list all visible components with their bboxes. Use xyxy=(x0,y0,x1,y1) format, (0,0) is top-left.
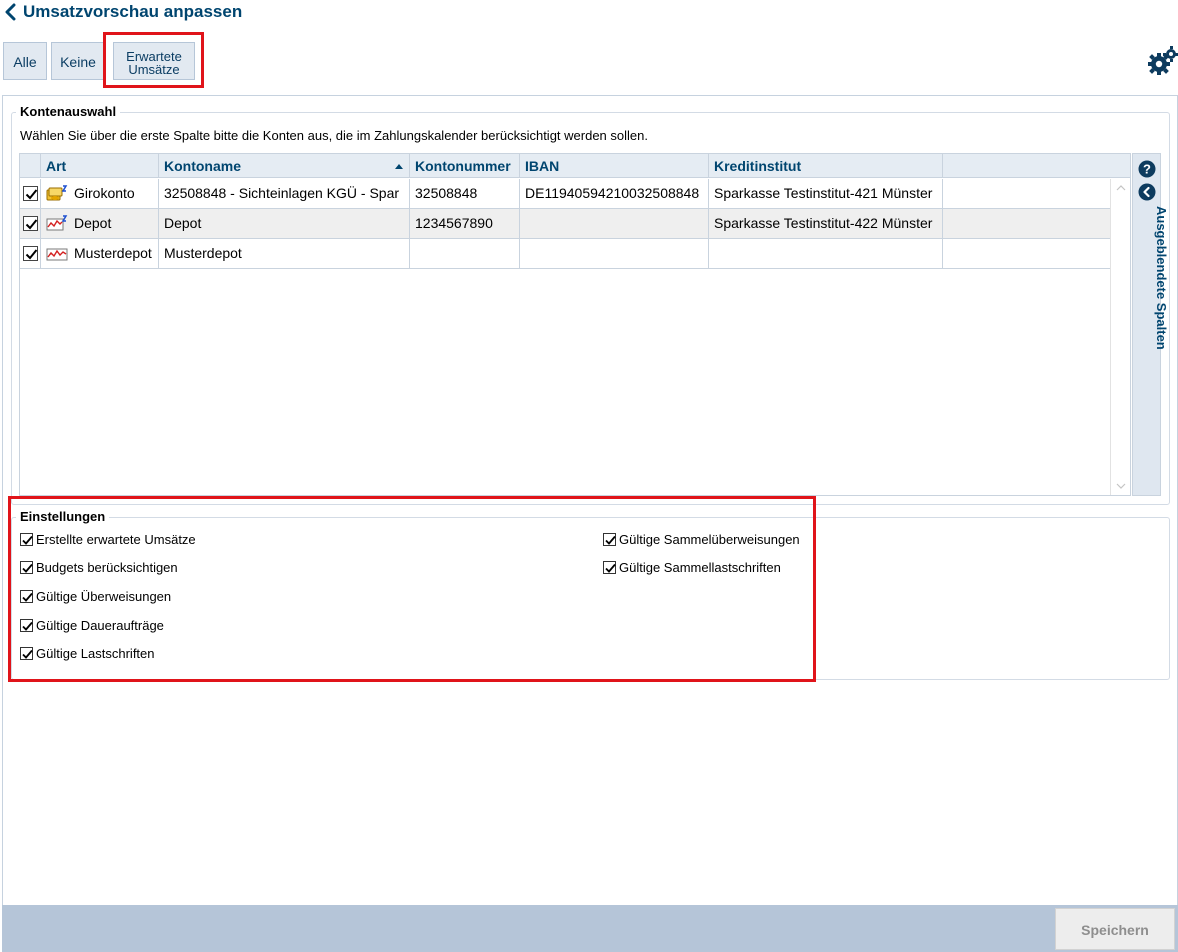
table-row[interactable]: Depot Depot 1234567890 Sparkasse Testins… xyxy=(20,209,1110,239)
header-kontonummer[interactable]: Kontonummer xyxy=(410,154,520,178)
kreditinstitut-cell: Sparkasse Testinstitut-421 Münster xyxy=(709,179,943,208)
art-cell: Musterdepot xyxy=(41,239,159,268)
hidden-columns-panel[interactable]: ? Ausgeblendete Spalten xyxy=(1132,153,1169,496)
empty-cell xyxy=(943,179,1110,208)
settings-gear-icon[interactable] xyxy=(1146,46,1178,76)
row-checkbox[interactable] xyxy=(23,246,38,261)
highlight-box-toolbar xyxy=(103,32,204,88)
kontonummer-cell: 32508848 xyxy=(410,179,520,208)
row-checkbox[interactable] xyxy=(23,216,38,231)
alle-button[interactable]: Alle xyxy=(3,42,47,80)
hidden-columns-label: Ausgeblendete Spalten xyxy=(1154,206,1169,350)
iban-cell: DE11940594210032508848 xyxy=(520,179,709,208)
musterdepot-icon xyxy=(46,248,68,261)
header-kontoname[interactable]: Kontoname xyxy=(159,154,410,178)
row-checkbox[interactable] xyxy=(23,186,38,201)
kontoname-cell: 32508848 - Sichteinlagen KGÜ - Spar xyxy=(159,179,410,208)
art-label: Musterdepot xyxy=(74,245,152,261)
kreditinstitut-cell: Sparkasse Testinstitut-422 Münster xyxy=(709,209,943,238)
sort-ascending-icon xyxy=(395,164,403,169)
highlight-box-einstellungen xyxy=(8,496,816,682)
iban-cell xyxy=(520,239,709,268)
svg-text:?: ? xyxy=(1143,162,1151,177)
empty-cell xyxy=(943,239,1110,268)
kontoname-cell: Depot xyxy=(159,209,410,238)
accounts-grid: Art Kontoname Kontonummer IBAN Kreditins… xyxy=(19,153,1131,496)
help-icon[interactable]: ? xyxy=(1138,160,1156,178)
header-select[interactable] xyxy=(20,154,41,178)
header-kontoname-label: Kontoname xyxy=(164,158,241,174)
kontenauswahl-legend: Kontenauswahl xyxy=(16,104,121,120)
table-row[interactable]: Girokonto 32508848 - Sichteinlagen KGÜ -… xyxy=(20,179,1110,209)
header-art[interactable]: Art xyxy=(41,154,159,178)
page-header: Umsatzvorschau anpassen xyxy=(0,0,1178,26)
kontoname-cell: Musterdepot xyxy=(159,239,410,268)
back-chevron-icon[interactable] xyxy=(3,3,21,21)
collapse-left-icon[interactable] xyxy=(1138,183,1156,201)
scroll-up-icon[interactable] xyxy=(1116,185,1126,191)
row-select-cell[interactable] xyxy=(20,209,41,238)
kontonummer-cell xyxy=(410,239,520,268)
art-label: Depot xyxy=(74,215,112,231)
footer-bar xyxy=(2,905,1178,952)
instruction-text: Wählen Sie über die erste Spalte bitte d… xyxy=(20,128,648,143)
depot-icon xyxy=(46,215,68,231)
table-row[interactable]: Musterdepot Musterdepot xyxy=(20,239,1110,269)
iban-cell xyxy=(520,209,709,238)
row-select-cell[interactable] xyxy=(20,179,41,208)
page-title: Umsatzvorschau anpassen xyxy=(23,2,243,21)
keine-button[interactable]: Keine xyxy=(51,42,105,80)
row-select-cell[interactable] xyxy=(20,239,41,268)
save-button[interactable]: Speichern xyxy=(1055,908,1175,950)
art-cell: Girokonto xyxy=(41,179,159,208)
grid-scrollbar[interactable] xyxy=(1110,179,1130,495)
kreditinstitut-cell xyxy=(709,239,943,268)
empty-cell xyxy=(943,209,1110,238)
art-label: Girokonto xyxy=(74,185,135,201)
header-iban[interactable]: IBAN xyxy=(520,154,709,178)
header-empty xyxy=(943,154,1130,178)
scroll-down-icon[interactable] xyxy=(1116,483,1126,489)
art-cell: Depot xyxy=(41,209,159,238)
header-kreditinstitut[interactable]: Kreditinstitut xyxy=(709,154,943,178)
kontonummer-cell: 1234567890 xyxy=(410,209,520,238)
grid-header: Art Kontoname Kontonummer IBAN Kreditins… xyxy=(20,154,1130,178)
girokonto-icon xyxy=(46,185,68,201)
